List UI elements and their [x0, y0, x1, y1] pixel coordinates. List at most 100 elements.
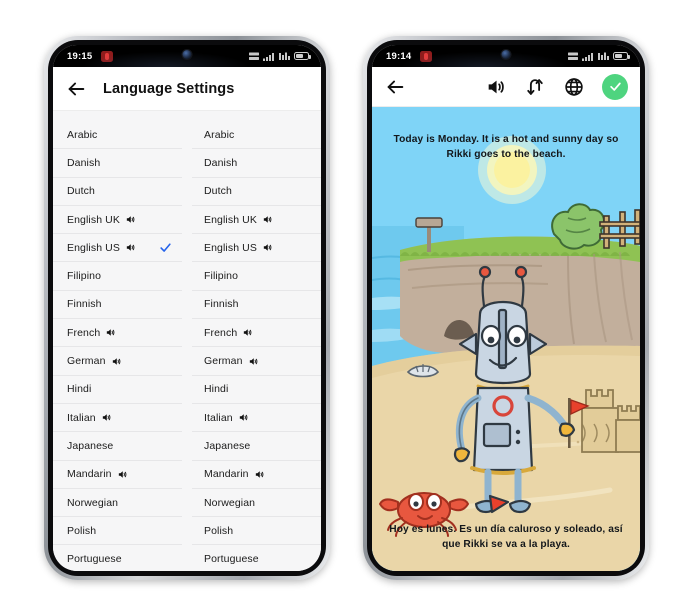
language-label: Polish — [204, 524, 234, 537]
signal-bars-icon — [582, 52, 593, 61]
language-row[interactable]: German — [53, 347, 182, 376]
confirm-check-icon — [609, 82, 621, 91]
language-label: Mandarin — [67, 468, 112, 481]
language-label: German — [204, 355, 243, 368]
speaker-icon[interactable] — [101, 412, 112, 423]
speaker-icon[interactable] — [111, 356, 122, 367]
language-row[interactable]: Filipino — [53, 262, 182, 291]
language-label: French — [204, 326, 238, 339]
language-label: Filipino — [67, 270, 102, 283]
language-row[interactable]: Hindi — [192, 376, 321, 404]
language-label: Finnish — [67, 298, 102, 311]
speaker-icon[interactable] — [125, 214, 136, 225]
target-language-column[interactable]: Arabic Danish Dutch English UK English US Fil… — [192, 121, 321, 571]
language-row[interactable]: Japanese — [192, 432, 321, 461]
speaker-icon[interactable] — [248, 356, 259, 367]
front-camera-punch-hole — [182, 50, 192, 59]
language-label: English US — [67, 241, 120, 254]
language-row[interactable]: Portuguese — [53, 545, 182, 571]
language-label: Japanese — [67, 439, 114, 452]
battery-icon — [613, 52, 630, 60]
wifi-icon — [598, 52, 609, 60]
language-label: German — [67, 355, 106, 368]
mic-recording-icon — [420, 50, 433, 62]
language-row[interactable]: Norwegian — [53, 489, 182, 518]
language-row[interactable]: Arabic — [53, 121, 182, 150]
language-label: English US — [204, 241, 257, 254]
language-row[interactable]: Dutch — [53, 178, 182, 206]
language-row[interactable]: Arabic — [192, 121, 321, 150]
language-row[interactable]: Hindi — [53, 376, 182, 404]
language-row[interactable]: Danish — [53, 149, 182, 178]
language-row[interactable]: Finnish — [53, 291, 182, 320]
language-row[interactable]: Finnish — [192, 291, 321, 320]
speaker-icon[interactable] — [125, 242, 136, 253]
language-row[interactable]: English US — [192, 234, 321, 263]
story-toolbar — [372, 67, 640, 107]
language-row[interactable]: Polish — [53, 517, 182, 546]
language-row[interactable]: Mandarin — [53, 461, 182, 489]
globe-icon[interactable] — [563, 76, 585, 98]
language-label: Japanese — [204, 439, 251, 452]
front-camera-punch-hole — [501, 50, 511, 59]
status-time: 19:14 — [386, 50, 412, 62]
language-label: English UK — [204, 213, 257, 226]
language-row[interactable]: English UK — [53, 206, 182, 235]
language-label: Danish — [204, 156, 238, 169]
language-row[interactable]: Norwegian — [192, 489, 321, 518]
language-label: Italian — [204, 411, 233, 424]
language-row[interactable]: German — [192, 347, 321, 376]
status-icons — [249, 52, 311, 61]
language-label: Hindi — [67, 383, 92, 396]
source-language-column[interactable]: Arabic Danish Dutch English UK English US Fil… — [53, 121, 182, 571]
battery-icon — [294, 52, 311, 60]
speaker-icon[interactable] — [262, 214, 273, 225]
story-page[interactable]: Today is Monday. It is a hot and sunny d… — [372, 107, 640, 571]
swap-languages-icon[interactable] — [524, 76, 546, 98]
language-row[interactable]: French — [192, 319, 321, 348]
speaker-icon[interactable] — [254, 469, 265, 480]
beach-robot-illustration — [372, 107, 640, 571]
language-row[interactable]: Filipino — [192, 262, 321, 291]
language-label: Dutch — [67, 185, 95, 198]
language-row[interactable]: French — [53, 319, 182, 348]
language-lists[interactable]: Arabic Danish Dutch English UK English US Fil… — [53, 111, 321, 571]
page-title: Language Settings — [103, 80, 235, 97]
phone-left-screen: 19:15 Language Settings Arabic Danish Du… — [53, 45, 321, 571]
story-caption-source: Today is Monday. It is a hot and sunny d… — [393, 134, 619, 160]
language-label: Danish — [67, 156, 101, 169]
language-row[interactable]: Dutch — [192, 178, 321, 206]
language-label: Portuguese — [204, 553, 259, 566]
mic-recording-icon — [101, 50, 114, 62]
language-label: Italian — [67, 411, 96, 424]
phone-right: 19:14 Today is Monday. It is a hot and s… — [363, 36, 649, 580]
language-row[interactable]: Mandarin — [192, 461, 321, 489]
language-row[interactable]: Danish — [192, 149, 321, 178]
speaker-icon[interactable] — [117, 469, 128, 480]
language-row[interactable]: Italian — [53, 404, 182, 433]
speaker-icon[interactable] — [238, 412, 249, 423]
language-label: Finnish — [204, 298, 239, 311]
language-row[interactable]: Portuguese — [192, 545, 321, 571]
language-label: Arabic — [67, 128, 98, 141]
speaker-icon[interactable] — [242, 327, 253, 338]
speaker-icon[interactable] — [262, 242, 273, 253]
language-label: Arabic — [204, 128, 235, 141]
back-arrow-icon[interactable] — [65, 78, 87, 100]
language-row[interactable]: Italian — [192, 404, 321, 433]
language-label: Polish — [67, 524, 97, 537]
confirm-check-button[interactable] — [602, 73, 628, 100]
status-icons — [568, 52, 630, 61]
speaker-icon[interactable] — [485, 76, 507, 98]
app-header-left: Language Settings — [53, 67, 321, 111]
language-label: Portuguese — [67, 553, 122, 566]
language-row[interactable]: Polish — [192, 517, 321, 546]
back-arrow-icon[interactable] — [384, 76, 406, 98]
language-label: French — [67, 326, 101, 339]
language-row[interactable]: Japanese — [53, 432, 182, 461]
language-row[interactable]: English UK — [192, 206, 321, 235]
status-bar-left: 19:15 — [53, 45, 321, 67]
speaker-icon[interactable] — [105, 327, 116, 338]
language-row[interactable]: English US — [53, 234, 182, 263]
signal-bars-icon — [263, 52, 274, 61]
